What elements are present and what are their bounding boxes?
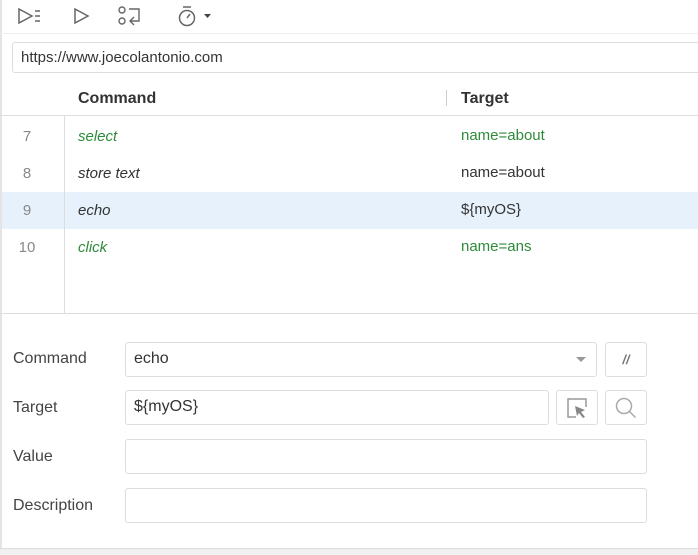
toggle-comment-button[interactable]: // <box>605 342 647 377</box>
target-label: Target <box>13 399 58 416</box>
find-target-button[interactable] <box>605 390 647 425</box>
target-input[interactable]: ${myOS} <box>125 390 549 425</box>
table-row[interactable]: 10 click name=ans <box>2 229 698 266</box>
run-test-button[interactable] <box>70 4 92 28</box>
search-icon <box>615 397 637 418</box>
description-input[interactable] <box>125 488 647 523</box>
panel-divider <box>0 313 698 314</box>
column-resizer[interactable] <box>446 90 447 106</box>
command-cell: echo <box>78 202 111 219</box>
line-number: 10 <box>18 239 36 256</box>
target-cell: name=about <box>461 164 545 181</box>
base-url-input[interactable]: https://www.joecolantonio.com <box>12 42 698 73</box>
run-all-tests-button[interactable] <box>16 4 44 28</box>
select-target-button[interactable] <box>556 390 598 425</box>
command-select[interactable]: echo <box>125 342 597 377</box>
column-command: Command <box>78 90 157 107</box>
line-number: 9 <box>22 202 32 219</box>
step-over-button[interactable] <box>116 4 144 28</box>
description-label: Description <box>13 497 94 514</box>
command-label: Command <box>13 350 87 367</box>
table-row[interactable]: 8 store text name=about <box>2 155 698 192</box>
line-number: 7 <box>22 128 32 145</box>
speed-icon <box>178 6 211 27</box>
column-target: Target <box>461 90 509 107</box>
table-row[interactable]: 9 echo ${myOS} <box>2 192 698 229</box>
value-label: Value <box>13 448 53 465</box>
step-icon <box>118 6 140 26</box>
table-row[interactable]: 7 select name=about <box>2 118 698 155</box>
table-header: Command Target <box>0 80 698 116</box>
command-value: echo <box>134 350 169 367</box>
command-cell: click <box>78 239 108 256</box>
speed-button[interactable] <box>174 4 214 28</box>
target-cell: ${myOS} <box>461 201 522 218</box>
line-number-divider <box>64 116 65 313</box>
target-cell: name=ans <box>461 238 532 255</box>
value-input[interactable] <box>125 439 647 474</box>
command-cell: select <box>78 128 118 145</box>
command-cell: store text <box>78 165 140 182</box>
chevron-down-icon <box>576 357 586 362</box>
run-all-icon <box>18 7 40 25</box>
select-element-icon <box>567 397 587 418</box>
target-cell: name=about <box>461 127 545 144</box>
line-number: 8 <box>22 165 32 182</box>
chevron-down-icon <box>204 14 211 18</box>
run-icon <box>74 7 90 25</box>
